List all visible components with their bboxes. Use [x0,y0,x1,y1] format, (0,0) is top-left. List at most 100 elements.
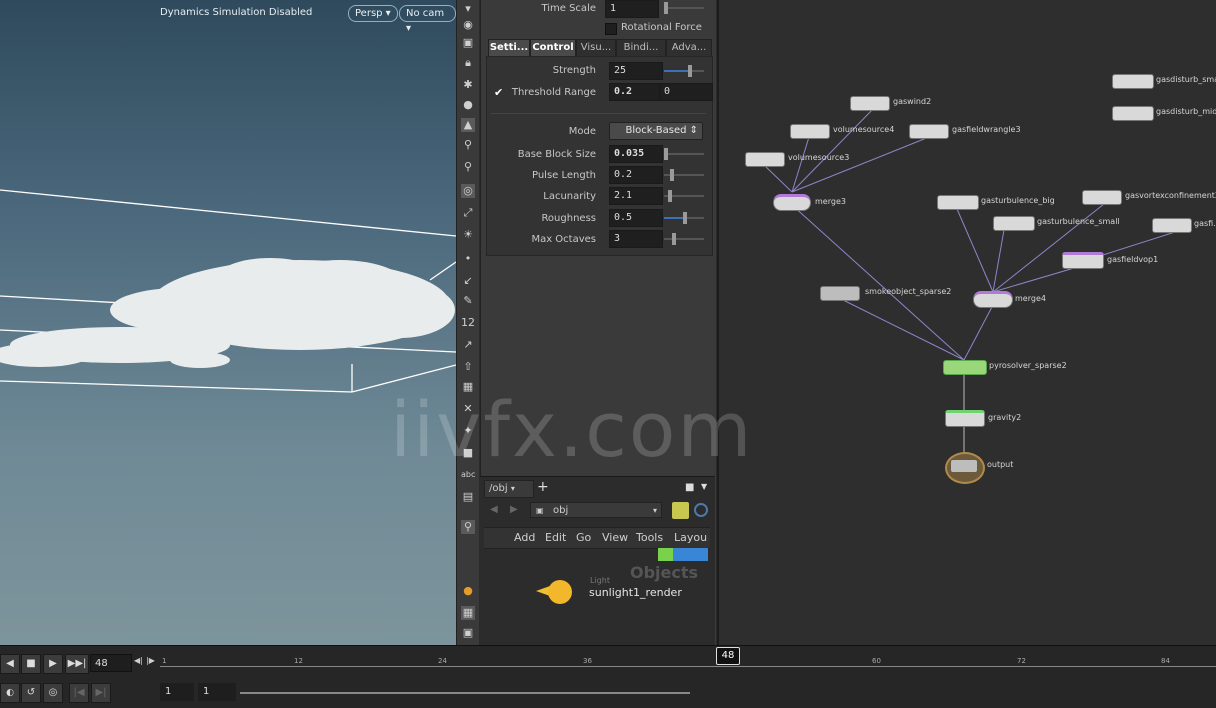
check-icon[interactable]: ✔ [494,86,503,99]
mode-dropdown[interactable]: Block-Based ⇕ [609,122,703,140]
range-slider[interactable] [240,692,690,694]
play-icon[interactable]: ▶ [43,654,63,674]
select-mode-icon[interactable]: ▲ [461,118,475,132]
display-icon[interactable]: ◎ [461,184,475,198]
node-label: merge4 [1015,294,1046,303]
menu-layout[interactable]: Layou [674,531,707,544]
node-label: volumesource4 [833,125,895,134]
menu-go[interactable]: Go [576,531,591,544]
lights-icon[interactable]: ☀ [461,228,475,242]
range-end-icon[interactable]: ▶| [91,683,111,703]
pane-layout-icon[interactable]: ■ [685,482,694,493]
time-scale-field[interactable]: 1 [605,0,659,18]
current-frame-field[interactable]: 48 [90,654,132,672]
playhead-marker[interactable]: 48 [716,647,740,665]
tab-obj[interactable]: /obj ▾ [484,480,534,498]
tab-settings[interactable]: Setti... [488,39,530,57]
pulse-length-slider[interactable] [664,169,704,181]
roughness-slider[interactable] [664,212,704,224]
layout-icon[interactable]: ▦ [461,606,475,620]
sphere-icon[interactable]: ● [461,98,475,112]
viewport-scene [0,189,456,393]
pulse-length-field[interactable]: 0.2 [609,166,663,184]
lacunarity-field[interactable]: 2.1 [609,187,663,205]
point-icon[interactable]: • [461,252,475,266]
max-octaves-slider[interactable] [664,233,704,245]
viewport-toolbar: ▾ ◉ ▣ 🔒︎ ✱ ● ▲ ⚲ ⚲ ◎ ⤢ ☀ • ↙ ✎ 12 ↗ ⇧ ▦ … [456,0,479,645]
roughness-field[interactable]: 0.5 [609,209,663,227]
jump-end-icon[interactable]: ▶▶| [65,654,89,674]
realtime-icon[interactable]: ◎ [43,683,63,703]
pane-menu-icon[interactable]: ▼ [701,482,707,491]
audio-icon[interactable]: ◐ [0,683,20,703]
tab-advanced[interactable]: Adva... [666,39,712,57]
screen-icon[interactable]: ▣ [461,626,475,640]
numbers-icon[interactable]: 12 [461,316,475,330]
stop-icon[interactable]: ■ [21,654,41,674]
max-octaves-field[interactable]: 3 [609,230,663,248]
warning-icon[interactable]: ● [461,584,475,598]
lacunarity-slider[interactable] [664,190,704,202]
range-start-field[interactable]: 1 [160,683,194,701]
camera-mode-button[interactable]: Persp ▾ [348,5,398,22]
base-block-size-slider[interactable] [664,148,704,160]
play-reverse-icon[interactable]: ◀ [0,654,20,674]
range-end-field[interactable]: 1 [198,683,236,701]
menu-view[interactable]: View [602,531,628,544]
object-network-pane: /obj ▾ + ■ ▼ ◀ ▶ ▣ obj ▾ Add Edit Go Vie… [480,476,715,646]
tab-obj-label: /obj [489,483,508,494]
time-scale-slider[interactable] [664,2,704,14]
tab-bindings[interactable]: Bindi... [616,39,666,57]
node-label: gasturbulence_small [1037,217,1120,226]
strength-slider[interactable] [664,65,704,77]
tick-label: 72 [1017,657,1026,665]
camera-select-button[interactable]: No cam ▾ [399,5,456,34]
scene-viewport[interactable]: Dynamics Simulation Disabled Persp ▾ No … [0,0,456,645]
step-back-icon[interactable]: ◀| [134,656,143,665]
timeline-track[interactable] [160,666,1216,667]
tab-control[interactable]: Control [530,39,576,57]
add-tab-icon[interactable]: + [537,479,549,495]
step-forward-icon[interactable]: |▶ [146,656,155,665]
tab-visualize[interactable]: Visu... [576,39,616,57]
brush-icon[interactable]: ✎ [461,294,475,308]
threshold-min-field[interactable]: 0.2 [609,83,663,101]
node-label: pyrosolver_sparse2 [989,361,1067,370]
link-icon[interactable] [694,503,708,517]
range-start-icon[interactable]: |◀ [69,683,89,703]
arrow-icon[interactable]: ↙ [461,274,475,288]
back-arrow-icon[interactable]: ◀ [490,504,498,515]
node-label: gasdisturb_mid [1156,107,1216,116]
dop-network-editor[interactable]: gasdisturb_small gasdisturb_mid gaswind2… [717,0,1216,645]
pin-icon[interactable]: ⚲ [461,520,475,534]
camera-icon[interactable]: ▣ [461,36,475,50]
node-label: gasfieldvop1 [1107,255,1159,264]
sunlight-node[interactable] [536,580,582,604]
snap-point-icon[interactable]: ⚲ [461,160,475,174]
vector-icon[interactable]: ↗ [461,338,475,352]
base-block-size-field[interactable]: 0.035 [609,145,663,163]
light-bulb-icon [548,580,572,604]
rotational-force-checkbox[interactable] [605,23,617,35]
node-label: gasvortexconfinement2 [1125,191,1216,200]
image-icon[interactable]: ▤ [461,490,475,504]
lock-icon[interactable]: 🔒︎ [461,56,475,70]
menu-tools[interactable]: Tools [636,531,663,544]
pin-toggle-icon[interactable] [672,502,689,519]
menu-icon[interactable]: ▾ [461,2,475,16]
forward-arrow-icon[interactable]: ▶ [510,504,518,515]
node-label: smokeobject_sparse2 [865,287,952,296]
menu-add[interactable]: Add [514,531,535,544]
chevron-down-icon: ▾ [652,506,657,515]
path-dropdown[interactable]: ▣ obj ▾ [530,502,662,518]
normal-icon[interactable]: ⇧ [461,360,475,374]
handle-icon[interactable]: ✱ [461,78,475,92]
strength-field[interactable]: 25 [609,62,663,80]
threshold-max-field[interactable]: 0 [659,83,713,101]
loop-icon[interactable]: ↺ [21,683,41,703]
snap-icon[interactable]: ⚲ [461,138,475,152]
transform-icon[interactable]: ⤢ [461,206,475,220]
menu-edit[interactable]: Edit [545,531,566,544]
time-scale-label: Time Scale [541,3,596,14]
eye-icon[interactable]: ◉ [461,18,475,32]
